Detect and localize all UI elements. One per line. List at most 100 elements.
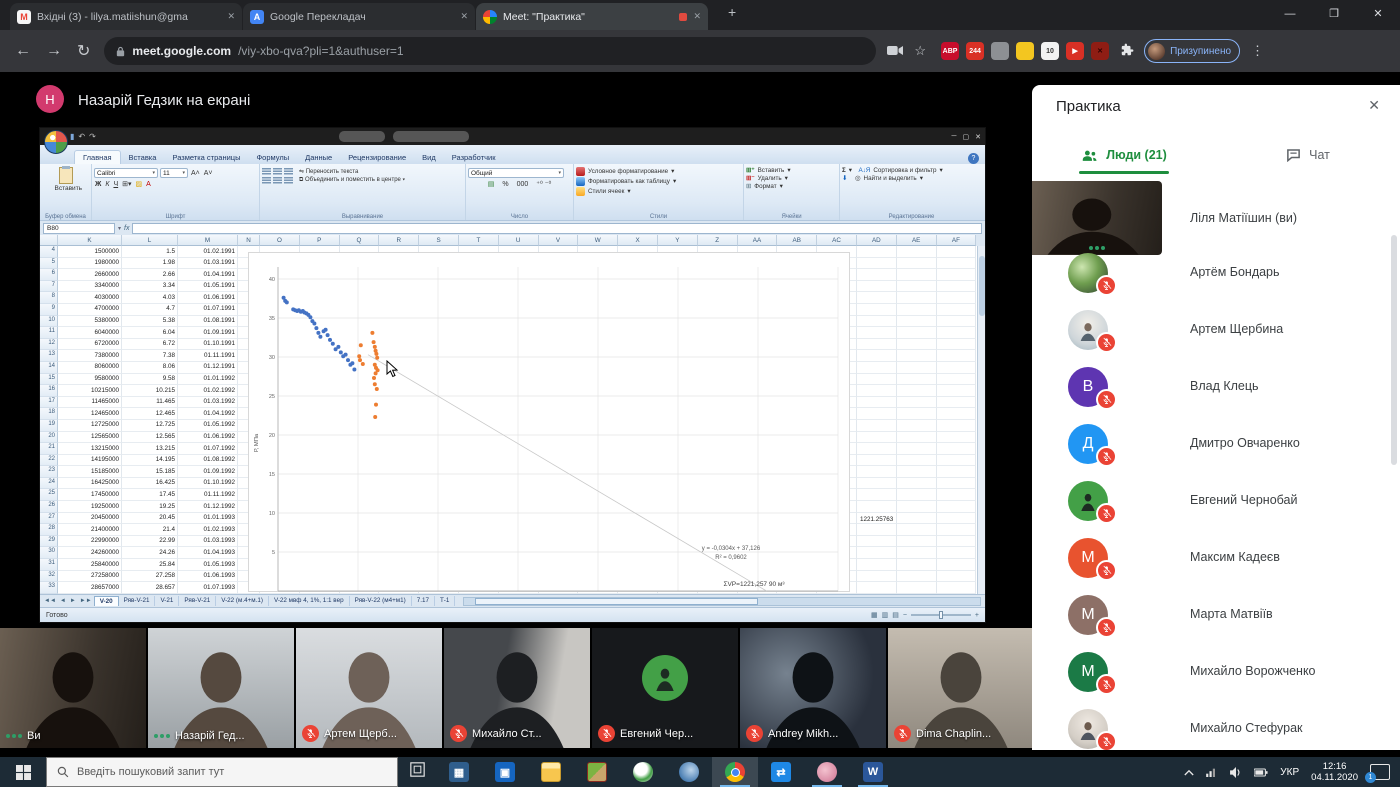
cell[interactable]: 21.4: [122, 524, 178, 536]
column-header-AE[interactable]: AE: [897, 235, 937, 246]
cell[interactable]: [937, 547, 977, 559]
brain-app-icon[interactable]: ​: [804, 757, 850, 787]
row-header[interactable]: 17: [40, 397, 58, 409]
sheet-nav-next-icon[interactable]: ►: [70, 598, 76, 604]
participant-row[interactable]: Евгений Чернобай: [1032, 473, 1400, 530]
cell[interactable]: 27.258: [122, 571, 178, 583]
column-header-K[interactable]: K: [58, 235, 122, 246]
row-header[interactable]: 13: [40, 350, 58, 362]
cell[interactable]: 27258000: [58, 571, 122, 583]
cell[interactable]: 01.03.1991: [178, 258, 238, 270]
fill-color-icon[interactable]: ▨: [135, 180, 144, 188]
chrome-icon[interactable]: [712, 757, 758, 787]
cell[interactable]: 10215000: [58, 385, 122, 397]
column-header-L[interactable]: L: [122, 235, 178, 246]
cell[interactable]: 19250000: [58, 501, 122, 513]
autosum-icon[interactable]: Σ ▾ А↓ЯСортировка и фильтр ▾: [842, 167, 981, 174]
video-tile[interactable]: Dima Chaplin...: [888, 628, 1034, 748]
cell[interactable]: 6.72: [122, 339, 178, 351]
row-header[interactable]: 14: [40, 362, 58, 374]
cell[interactable]: 01.07.1991: [178, 304, 238, 316]
excel-close-icon[interactable]: ✕: [975, 133, 981, 141]
cell[interactable]: [937, 397, 977, 409]
cell[interactable]: 3.34: [122, 281, 178, 293]
cell[interactable]: 24260000: [58, 547, 122, 559]
align-top-icon[interactable]: [262, 168, 271, 175]
cell[interactable]: 7380000: [58, 350, 122, 362]
column-header-Y[interactable]: Y: [658, 235, 698, 246]
map-app-icon[interactable]: ​: [574, 757, 620, 787]
column-header-Z[interactable]: Z: [698, 235, 738, 246]
cell[interactable]: [937, 501, 977, 513]
cell[interactable]: 16425000: [58, 478, 122, 490]
cell[interactable]: 01.02.1992: [178, 385, 238, 397]
cell[interactable]: [937, 489, 977, 501]
x-ext-icon[interactable]: ✕: [1091, 42, 1109, 60]
cell[interactable]: 12.565: [122, 432, 178, 444]
cell[interactable]: 13.215: [122, 443, 178, 455]
participant-row[interactable]: ВВлад Клець: [1032, 359, 1400, 416]
participant-row[interactable]: Артем Щербина: [1032, 302, 1400, 359]
wrap-text-button[interactable]: ⇋ Переносить текста: [299, 168, 358, 175]
cell[interactable]: 01.03.1993: [178, 536, 238, 548]
cell[interactable]: 01.04.1991: [178, 269, 238, 281]
view-layout-icon[interactable]: ▥: [882, 611, 889, 619]
cell[interactable]: [897, 316, 937, 328]
cell[interactable]: [857, 478, 897, 490]
cell[interactable]: [857, 339, 897, 351]
cell[interactable]: [857, 466, 897, 478]
cell[interactable]: [897, 420, 937, 432]
row-header[interactable]: 29: [40, 536, 58, 548]
sheet-tab-6[interactable]: Ряв-V-22 (м4+м1): [350, 596, 412, 606]
cell[interactable]: [857, 269, 897, 281]
cell[interactable]: [897, 350, 937, 362]
percent-icon[interactable]: %: [501, 181, 509, 188]
cell[interactable]: [897, 258, 937, 270]
column-header-W[interactable]: W: [578, 235, 618, 246]
task-view-button[interactable]: [398, 762, 436, 782]
cell[interactable]: [937, 466, 977, 478]
sheet-tab-8[interactable]: Т-1: [435, 596, 455, 606]
column-header-AC[interactable]: AC: [817, 235, 857, 246]
row-header[interactable]: 22: [40, 455, 58, 467]
column-header-P[interactable]: P: [300, 235, 340, 246]
cell[interactable]: [857, 582, 897, 594]
cell[interactable]: [937, 385, 977, 397]
cell[interactable]: 01.08.1991: [178, 316, 238, 328]
cell[interactable]: [857, 536, 897, 548]
panel-close-icon[interactable]: ✕: [1368, 97, 1380, 114]
cell[interactable]: [857, 397, 897, 409]
participant-row[interactable]: Артём Бондарь: [1032, 245, 1400, 302]
browser-tab-2[interactable]: Meet: "Практика"✕: [476, 3, 708, 30]
column-header-O[interactable]: O: [260, 235, 300, 246]
cell[interactable]: 5.38: [122, 316, 178, 328]
align-bottom-icon[interactable]: [284, 168, 293, 175]
cell[interactable]: [897, 571, 937, 583]
cell[interactable]: [897, 362, 937, 374]
decimal-icons[interactable]: ⁺⁰ ⁻⁰: [535, 180, 552, 188]
cell[interactable]: [937, 350, 977, 362]
cell[interactable]: [857, 489, 897, 501]
row-header[interactable]: 33: [40, 582, 58, 594]
cell[interactable]: [937, 559, 977, 571]
cell[interactable]: 6040000: [58, 327, 122, 339]
ribbon-tab-4[interactable]: Данные: [297, 151, 340, 164]
shrink-font-icon[interactable]: A˅: [203, 170, 214, 177]
cell[interactable]: [897, 559, 937, 571]
cell[interactable]: 01.02.1991: [178, 246, 238, 258]
undo-icon[interactable]: ↶: [78, 132, 85, 141]
forward-button[interactable]: →: [46, 42, 62, 60]
cell[interactable]: 21400000: [58, 524, 122, 536]
cell[interactable]: 01.04.1992: [178, 408, 238, 420]
language-indicator[interactable]: УКР: [1280, 767, 1299, 778]
sheet-tab-5[interactable]: V-22 мвф 4, 1%, 1:1 вер: [269, 596, 350, 606]
row-header[interactable]: 11: [40, 327, 58, 339]
browser-tab-0[interactable]: MВхідні (3) - lilya.matiishun@gma✕: [10, 3, 242, 30]
cell[interactable]: 01.11.1992: [178, 489, 238, 501]
taskbar-search-input[interactable]: Введіть пошуковий запит тут: [46, 757, 398, 787]
battery-icon[interactable]: [1254, 768, 1268, 777]
view-normal-icon[interactable]: ▦: [871, 611, 878, 619]
zoom-in-icon[interactable]: +: [975, 612, 979, 619]
cell[interactable]: [857, 327, 897, 339]
select-all-corner[interactable]: [40, 235, 58, 246]
